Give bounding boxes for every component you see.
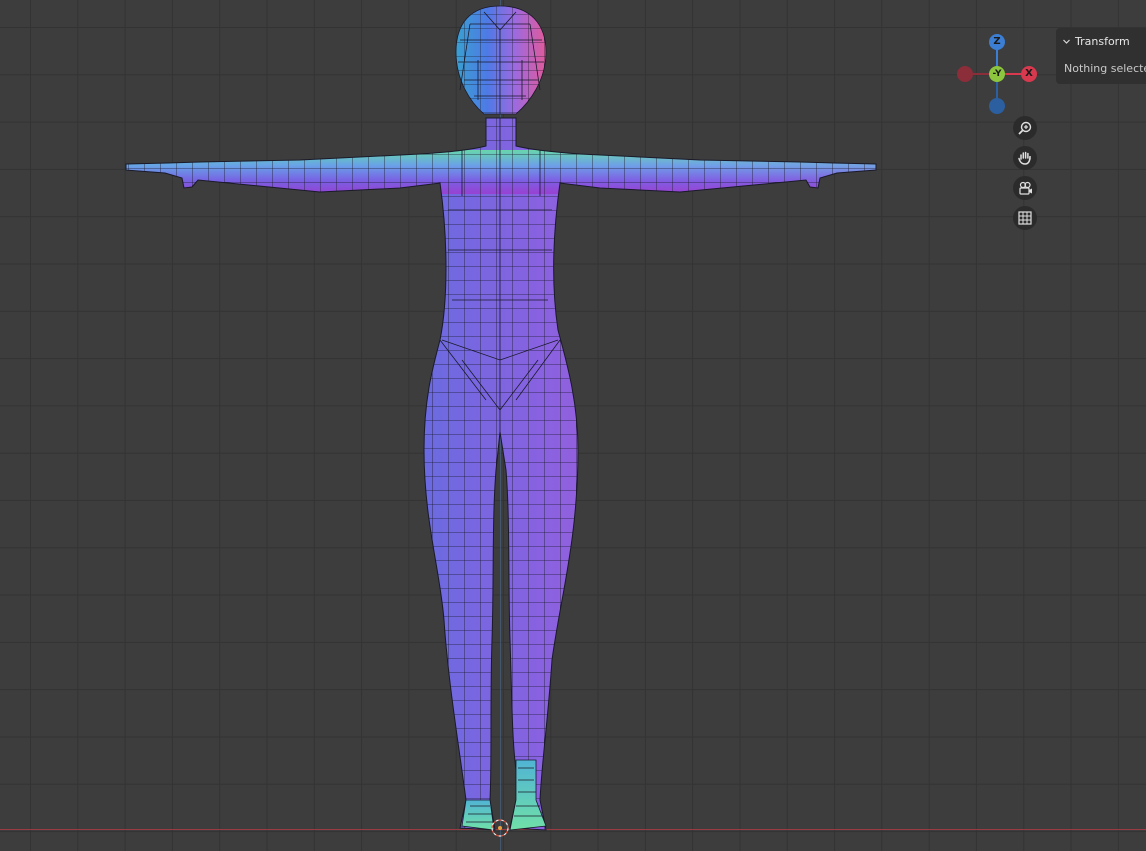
hand-pan-icon [1018, 151, 1031, 165]
transform-panel-title: Transform [1075, 34, 1130, 48]
character-mesh[interactable] [0, 0, 1146, 851]
zoom-button[interactable] [1013, 116, 1037, 140]
origin-marker [491, 819, 509, 837]
transform-panel-header[interactable]: Transform [1062, 33, 1130, 49]
3d-viewport[interactable]: Z X -Y Transform Nothing selecte [0, 0, 1146, 851]
zoom-icon [1018, 121, 1032, 135]
gizmo-z-axis[interactable]: Z [989, 34, 1005, 50]
gizmo-neg-x-axis[interactable] [957, 66, 973, 82]
head-mesh [455, 5, 547, 115]
chevron-down-icon [1063, 39, 1070, 44]
pan-button[interactable] [1013, 146, 1037, 170]
gizmo-y-axis[interactable]: -Y [989, 66, 1005, 82]
gizmo-neg-z-axis[interactable] [989, 98, 1005, 114]
grid-icon [1018, 211, 1032, 225]
nothing-selected-message: Nothing selecte [1064, 62, 1146, 75]
camera-icon [1019, 181, 1032, 195]
gizmo-x-axis[interactable]: X [1021, 66, 1037, 82]
navigation-gizmo[interactable]: Z X -Y [952, 30, 1042, 120]
ortho-toggle-button[interactable] [1013, 206, 1037, 230]
body-mesh [125, 117, 877, 831]
camera-view-button[interactable] [1013, 176, 1037, 200]
sidebar-panel[interactable]: Transform Nothing selecte [1056, 28, 1146, 84]
